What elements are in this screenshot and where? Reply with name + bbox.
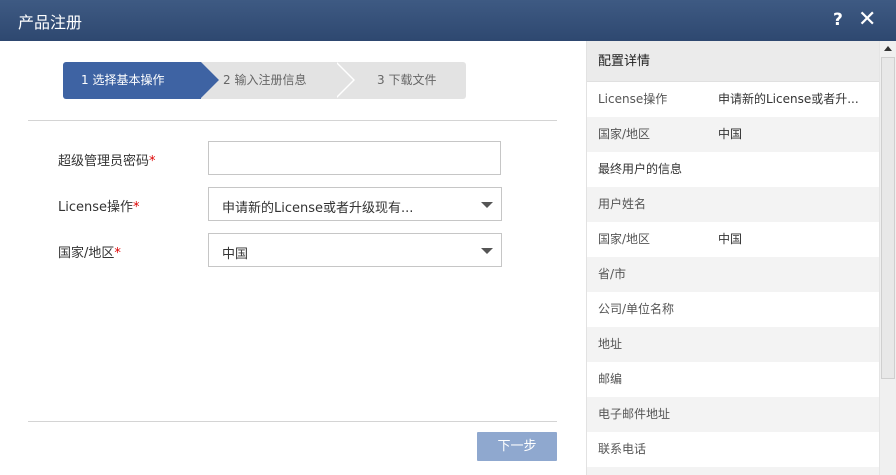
detail-value: 中国 [718,127,743,141]
product-registration-dialog: 产品注册 ? ✕ 1 选择基本操作 2 输入注册信息 3 下载文件 超级管理员密… [0,0,896,475]
detail-key: 地址 [598,337,623,351]
scrollbar-thumb[interactable] [881,57,895,379]
required-mark: * [114,246,121,261]
help-icon[interactable]: ? [833,10,843,30]
close-icon[interactable]: ✕ [858,7,876,33]
next-button[interactable]: 下一步 [477,432,557,461]
detail-row: 地址 [587,327,879,362]
password-label: 超级管理员密码* [58,150,156,169]
detail-row: License操作 申请新的License或者升... [587,82,879,117]
step-label: 3 下载文件 [377,73,437,87]
country-select[interactable]: 中国 [208,233,502,267]
license-op-label-text: License操作 [58,200,134,215]
step-divider [337,62,355,98]
detail-row: 国家/地区 中国 [587,222,879,257]
license-op-value: 申请新的License或者升级现有... [222,201,414,216]
detail-key: License操作 [598,92,668,106]
chevron-down-icon [481,248,493,254]
detail-key: 邮编 [598,372,623,386]
step-label: 2 输入注册信息 [223,73,307,87]
panel-scrollbar[interactable] [879,41,896,475]
country-label: 国家/地区* [58,242,121,261]
license-op-label: License操作* [58,196,140,215]
wizard-steps: 1 选择基本操作 2 输入注册信息 3 下载文件 [63,62,466,99]
detail-key: 省/市 [598,267,627,281]
panel-title: 配置详情 [587,41,879,82]
detail-key: 用户姓名 [598,197,647,211]
detail-value: 中国 [718,232,743,246]
detail-row: 国家/地区 中国 [587,117,879,152]
step-enter-info: 2 输入注册信息 [201,62,355,99]
config-details-panel: 配置详情 License操作 申请新的License或者升... 国家/地区 中… [586,41,879,475]
required-mark: * [149,154,156,169]
detail-section-heading: 最终用户的信息 [587,152,879,187]
step-basic-operation: 1 选择基本操作 [63,62,219,99]
detail-value: 申请新的License或者升... [718,92,859,106]
detail-key: 公司/单位名称 [598,302,675,316]
country-value: 中国 [222,247,249,262]
admin-password-input[interactable] [208,141,501,175]
detail-row: 电子邮件地址 [587,397,879,432]
password-label-text: 超级管理员密码 [58,154,150,169]
detail-key: 国家/地区 [598,232,651,246]
scroll-up-icon[interactable] [884,46,892,51]
required-mark: * [133,200,140,215]
detail-row: 公司/单位名称 [587,292,879,327]
chevron-down-icon [481,202,493,208]
detail-row: 联系电话 [587,432,879,467]
divider-bottom [28,421,557,422]
divider-top [28,120,557,121]
detail-row: 用户姓名 [587,187,879,222]
detail-key: 电子邮件地址 [598,407,671,421]
detail-key: 最终用户的信息 [598,162,683,176]
detail-key: 国家/地区 [598,127,651,141]
country-label-text: 国家/地区 [58,246,115,261]
title-bar: 产品注册 ? ✕ [0,0,896,41]
detail-row: 省/市 [587,257,879,292]
detail-row: 邮编 [587,362,879,397]
step-label: 1 选择基本操作 [81,73,165,87]
dialog-title: 产品注册 [18,13,83,32]
license-op-select[interactable]: 申请新的License或者升级现有... [208,187,502,221]
detail-key: 联系电话 [598,442,647,456]
